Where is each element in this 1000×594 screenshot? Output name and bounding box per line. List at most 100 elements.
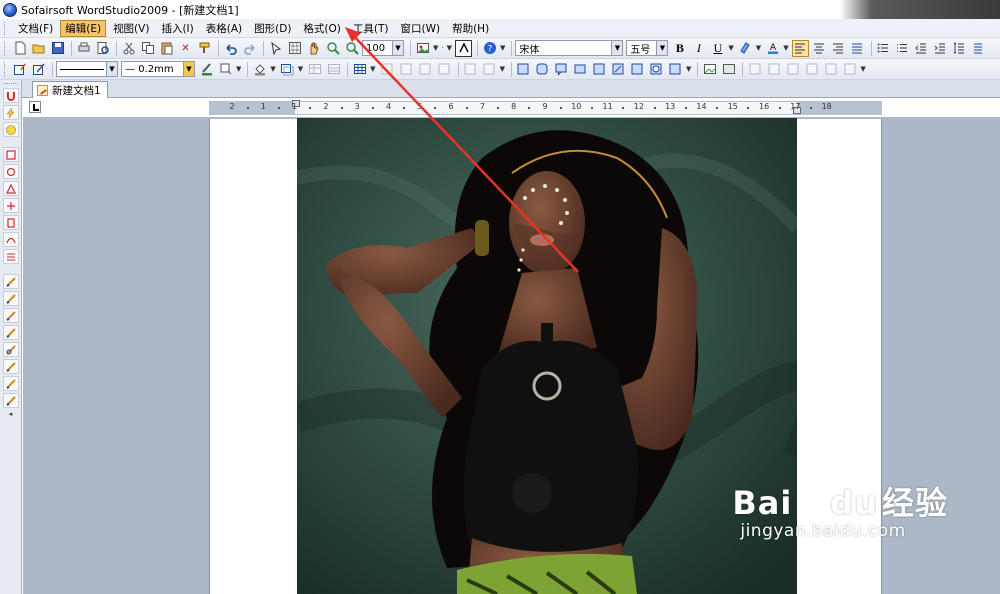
menu-table[interactable]: 表格(A) — [201, 20, 247, 37]
photo-frame-icon[interactable] — [720, 61, 737, 78]
toolbar-grip[interactable] — [4, 61, 7, 77]
shape-wave-icon[interactable] — [591, 61, 608, 78]
format-painter-icon[interactable] — [196, 40, 213, 57]
shape-more-icon[interactable] — [667, 61, 684, 78]
tab-stop-selector[interactable] — [29, 101, 41, 113]
menubar-grip[interactable] — [4, 21, 7, 35]
new-document-icon[interactable] — [11, 40, 28, 57]
line-style-combo[interactable]: ▼ — [56, 61, 118, 77]
draw-tool-8-icon[interactable] — [3, 393, 19, 408]
shape-callout-icon[interactable] — [553, 61, 570, 78]
rotate-icon[interactable] — [822, 61, 839, 78]
shape-rounded-icon[interactable] — [534, 61, 551, 78]
send-backward-icon[interactable] — [765, 61, 782, 78]
chevron-down-icon[interactable]: ▼ — [500, 44, 505, 52]
save-icon[interactable] — [49, 40, 66, 57]
shadow-icon[interactable] — [279, 61, 296, 78]
menu-graphics[interactable]: 图形(D) — [249, 20, 296, 37]
menu-help[interactable]: 帮助(H) — [447, 20, 494, 37]
bring-forward-icon[interactable] — [746, 61, 763, 78]
increase-indent-icon[interactable] — [932, 40, 949, 57]
delete-icon[interactable]: ✕ — [177, 40, 194, 57]
menu-window[interactable]: 窗口(W) — [396, 20, 446, 37]
zoom-out-icon[interactable] — [343, 40, 360, 57]
inserted-photo[interactable] — [297, 118, 797, 594]
menu-view[interactable]: 视图(V) — [108, 20, 154, 37]
field-insert-icon[interactable] — [455, 39, 473, 57]
draw-tool-3-icon[interactable] — [3, 308, 19, 323]
open-folder-icon[interactable] — [30, 40, 47, 57]
font-color-icon[interactable]: A — [764, 40, 781, 57]
line-color-icon[interactable] — [198, 61, 215, 78]
table-grid-icon[interactable] — [351, 61, 368, 78]
draw-tool-7-icon[interactable] — [3, 376, 19, 391]
chevron-down-icon[interactable]: ▼ — [783, 44, 788, 52]
line-spacing-icon[interactable] — [951, 40, 968, 57]
copy-icon[interactable] — [139, 40, 156, 57]
paragraph-icon[interactable] — [970, 40, 987, 57]
horizontal-ruler[interactable]: 2 1 1 2 3 4 5 6 7 8 9 10 11 12 13 14 15 16 17 18 — [209, 100, 882, 115]
lightning-icon[interactable] — [3, 105, 19, 120]
font-name-combo[interactable]: 宋体 ▼ — [515, 40, 624, 56]
chevron-down-icon[interactable]: ▼ — [183, 62, 194, 76]
edit-object-icon[interactable] — [11, 61, 28, 78]
chevron-down-icon[interactable]: ▼ — [860, 65, 865, 73]
print-icon[interactable] — [75, 40, 92, 57]
chevron-down-icon[interactable]: ▼ — [236, 65, 241, 73]
draw-tool-6-icon[interactable] — [3, 359, 19, 374]
chevron-down-icon[interactable]: ▼ — [392, 41, 403, 55]
chevron-down-icon[interactable]: ▼ — [106, 62, 117, 76]
decrease-indent-icon[interactable] — [913, 40, 930, 57]
table-insert-icon[interactable] — [306, 61, 323, 78]
align-center-icon[interactable] — [811, 40, 828, 57]
zoom-combo[interactable]: 100 ▼ — [362, 40, 404, 56]
help-icon[interactable]: ? — [481, 40, 498, 57]
line-end-icon[interactable] — [217, 61, 234, 78]
group-icon[interactable] — [784, 61, 801, 78]
chevron-down-icon[interactable]: ▼ — [500, 65, 505, 73]
draw-tool-2-icon[interactable] — [3, 291, 19, 306]
toolbar-grip[interactable] — [4, 40, 7, 56]
draw-tool-5-icon[interactable] — [3, 342, 19, 357]
line-width-combo[interactable]: — 0.2mm ▼ — [121, 61, 195, 77]
draw-tool-1-icon[interactable] — [3, 274, 19, 289]
shape-ellipse-icon[interactable] — [648, 61, 665, 78]
menu-edit[interactable]: 编辑(E) — [60, 19, 107, 37]
insert-row-icon[interactable] — [379, 61, 396, 78]
zoom-in-icon[interactable] — [324, 40, 341, 57]
merge-cells-icon[interactable] — [462, 61, 479, 78]
flip-icon[interactable] — [841, 61, 858, 78]
palette-more-icon[interactable]: ◂ — [0, 410, 21, 418]
shape-banner-icon[interactable] — [572, 61, 589, 78]
insert-image-icon[interactable] — [414, 40, 431, 57]
tab-document-1[interactable]: 新建文档1 — [32, 81, 108, 98]
highlight-icon[interactable] — [737, 40, 754, 57]
paste-icon[interactable] — [158, 40, 175, 57]
red-tool-7-icon[interactable] — [3, 249, 19, 264]
select-tool-icon[interactable] — [267, 40, 284, 57]
palette-grip[interactable] — [3, 83, 18, 86]
align-left-icon[interactable] — [791, 39, 809, 57]
app-icon[interactable] — [3, 2, 17, 17]
bold-button[interactable]: B — [671, 40, 688, 57]
red-tool-4-icon[interactable] — [3, 198, 19, 213]
red-tool-2-icon[interactable] — [3, 164, 19, 179]
fill-color-icon[interactable] — [251, 61, 268, 78]
delete-column-icon[interactable] — [436, 61, 453, 78]
picture-icon[interactable] — [701, 61, 718, 78]
align-justify-icon[interactable] — [849, 40, 866, 57]
draw-tool-4-icon[interactable] — [3, 325, 19, 340]
underline-button[interactable]: U — [709, 40, 726, 57]
chevron-down-icon[interactable]: ▼ — [756, 44, 761, 52]
bullet-dot-icon[interactable]: · — [441, 44, 443, 52]
align-right-icon[interactable] — [830, 40, 847, 57]
print-preview-icon[interactable] — [94, 40, 111, 57]
cut-icon[interactable] — [120, 40, 137, 57]
red-tool-1-icon[interactable] — [3, 147, 19, 162]
chevron-down-icon[interactable]: ▼ — [611, 41, 623, 55]
smiley-icon[interactable] — [3, 122, 19, 137]
red-tool-5-icon[interactable] — [3, 215, 19, 230]
undo-icon[interactable] — [222, 40, 239, 57]
bullet-list-icon[interactable] — [875, 40, 892, 57]
chevron-down-icon[interactable]: ▼ — [298, 65, 303, 73]
